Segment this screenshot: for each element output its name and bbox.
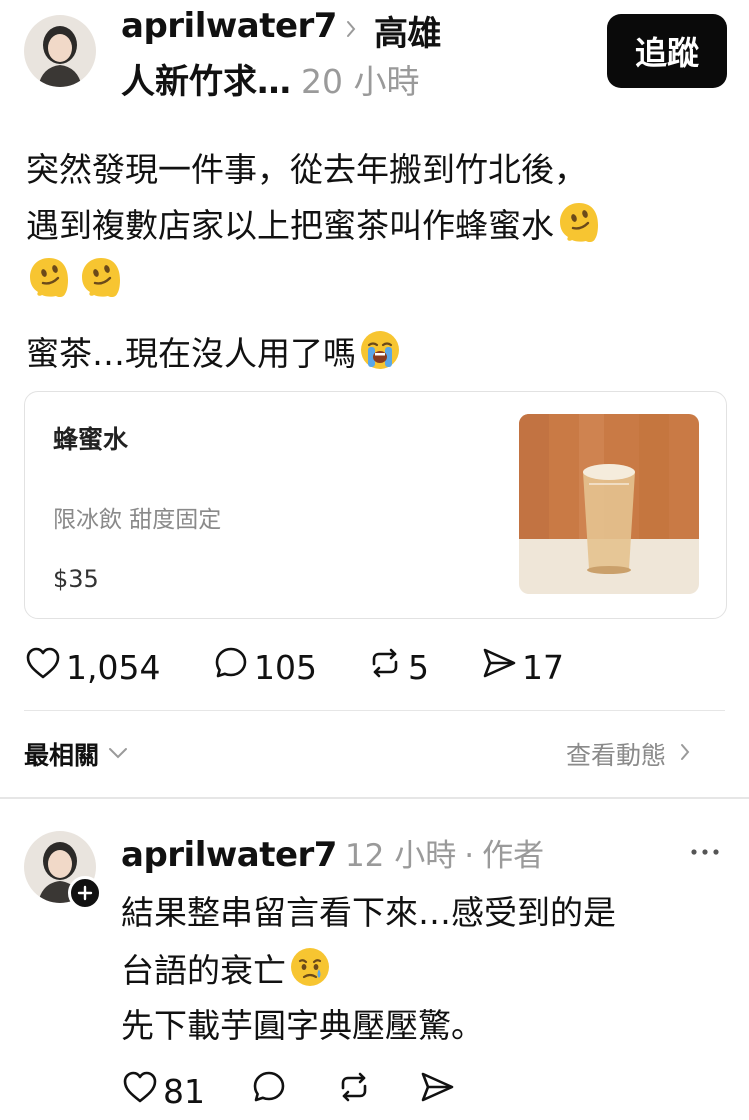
- loudly-crying-face-icon: [358, 328, 402, 383]
- repost-icon: [335, 1068, 373, 1114]
- send-icon: [480, 644, 518, 690]
- post-text-line-1: 突然發現一件事，從去年搬到竹北後，: [26, 150, 587, 189]
- comment-button[interactable]: 105: [212, 644, 317, 690]
- melting-face-icon: [78, 254, 124, 304]
- chevron-right-icon: [678, 741, 692, 767]
- sort-label: 最相關: [24, 741, 100, 770]
- product-name: 蜂蜜水: [53, 425, 129, 454]
- comment-icon: [250, 1068, 288, 1114]
- author-tag: 作者: [482, 838, 545, 874]
- topic-label[interactable]: 人新竹求… 20 小時: [121, 54, 419, 103]
- post-text-line-4: 蜜茶…現在沒人用了嗎: [26, 328, 402, 383]
- view-activity-label: 查看動態: [566, 741, 667, 770]
- post-emoji-row: [26, 254, 124, 304]
- comment-icon: [212, 644, 250, 690]
- reply-like-count: 81: [163, 1071, 205, 1111]
- repost-count: 5: [408, 647, 429, 687]
- reply-text-line-2-text: 台語的衰亡: [121, 951, 286, 990]
- chevron-right-icon: [344, 18, 358, 44]
- melting-face-icon: [26, 254, 72, 304]
- like-count: 1,054: [66, 647, 161, 687]
- more-options-icon[interactable]: [690, 842, 720, 861]
- reply-text-line-1: 結果整串留言看下來…感受到的是: [121, 893, 616, 932]
- repost-button[interactable]: 5: [366, 644, 429, 690]
- sort-dropdown[interactable]: 最相關: [24, 736, 129, 772]
- reply-repost-button[interactable]: [335, 1068, 373, 1114]
- reply-header: aprilwater7 12 小時 · 作者: [121, 830, 544, 875]
- post-text-line-2: 遇到複數店家以上把蜜茶叫作蜂蜜水: [26, 199, 602, 256]
- reply-separator: ·: [464, 838, 475, 874]
- product-price: $35: [53, 565, 99, 593]
- avatar[interactable]: [24, 15, 96, 87]
- post-text-line-4-text: 蜜茶…現在沒人用了嗎: [26, 334, 356, 373]
- post-time: 20 小時: [301, 62, 420, 101]
- author-username[interactable]: aprilwater7: [121, 6, 337, 46]
- chevron-down-icon: [107, 745, 129, 764]
- reply-share-button[interactable]: [418, 1068, 456, 1114]
- reply-time: 12 小時: [344, 838, 457, 874]
- send-icon: [418, 1068, 456, 1114]
- heart-icon: [121, 1068, 159, 1114]
- divider: [24, 710, 725, 711]
- view-activity-link[interactable]: 查看動態: [566, 736, 692, 772]
- comment-count: 105: [254, 647, 317, 687]
- post-text-line-2-text: 遇到複數店家以上把蜜茶叫作蜂蜜水: [26, 206, 554, 245]
- heart-icon: [24, 644, 62, 690]
- reply-text-line-2: 台語的衰亡: [121, 945, 332, 1000]
- reply-comment-button[interactable]: [250, 1068, 288, 1114]
- location-label[interactable]: 高雄: [374, 6, 442, 55]
- product-card[interactable]: 蜂蜜水 限冰飲 甜度固定 $35: [24, 391, 727, 619]
- topic-text: 人新竹求…: [121, 62, 291, 102]
- share-count: 17: [522, 647, 564, 687]
- product-image: [519, 414, 699, 594]
- section-divider: [0, 797, 749, 799]
- reply-username[interactable]: aprilwater7: [121, 835, 337, 875]
- share-button[interactable]: 17: [480, 644, 564, 690]
- crying-face-icon: [288, 945, 332, 1000]
- reply-text-line-3: 先下載芋圓字典壓壓驚。: [121, 1006, 484, 1045]
- follow-button[interactable]: 追蹤: [607, 14, 727, 88]
- reply-like-button[interactable]: 81: [121, 1068, 205, 1114]
- melting-face-icon: [556, 199, 602, 256]
- like-button[interactable]: 1,054: [24, 644, 160, 690]
- follow-button-label: 追蹤: [634, 34, 699, 72]
- product-note: 限冰飲 甜度固定: [53, 507, 222, 533]
- repost-icon: [366, 644, 404, 690]
- add-follow-icon[interactable]: [68, 876, 102, 910]
